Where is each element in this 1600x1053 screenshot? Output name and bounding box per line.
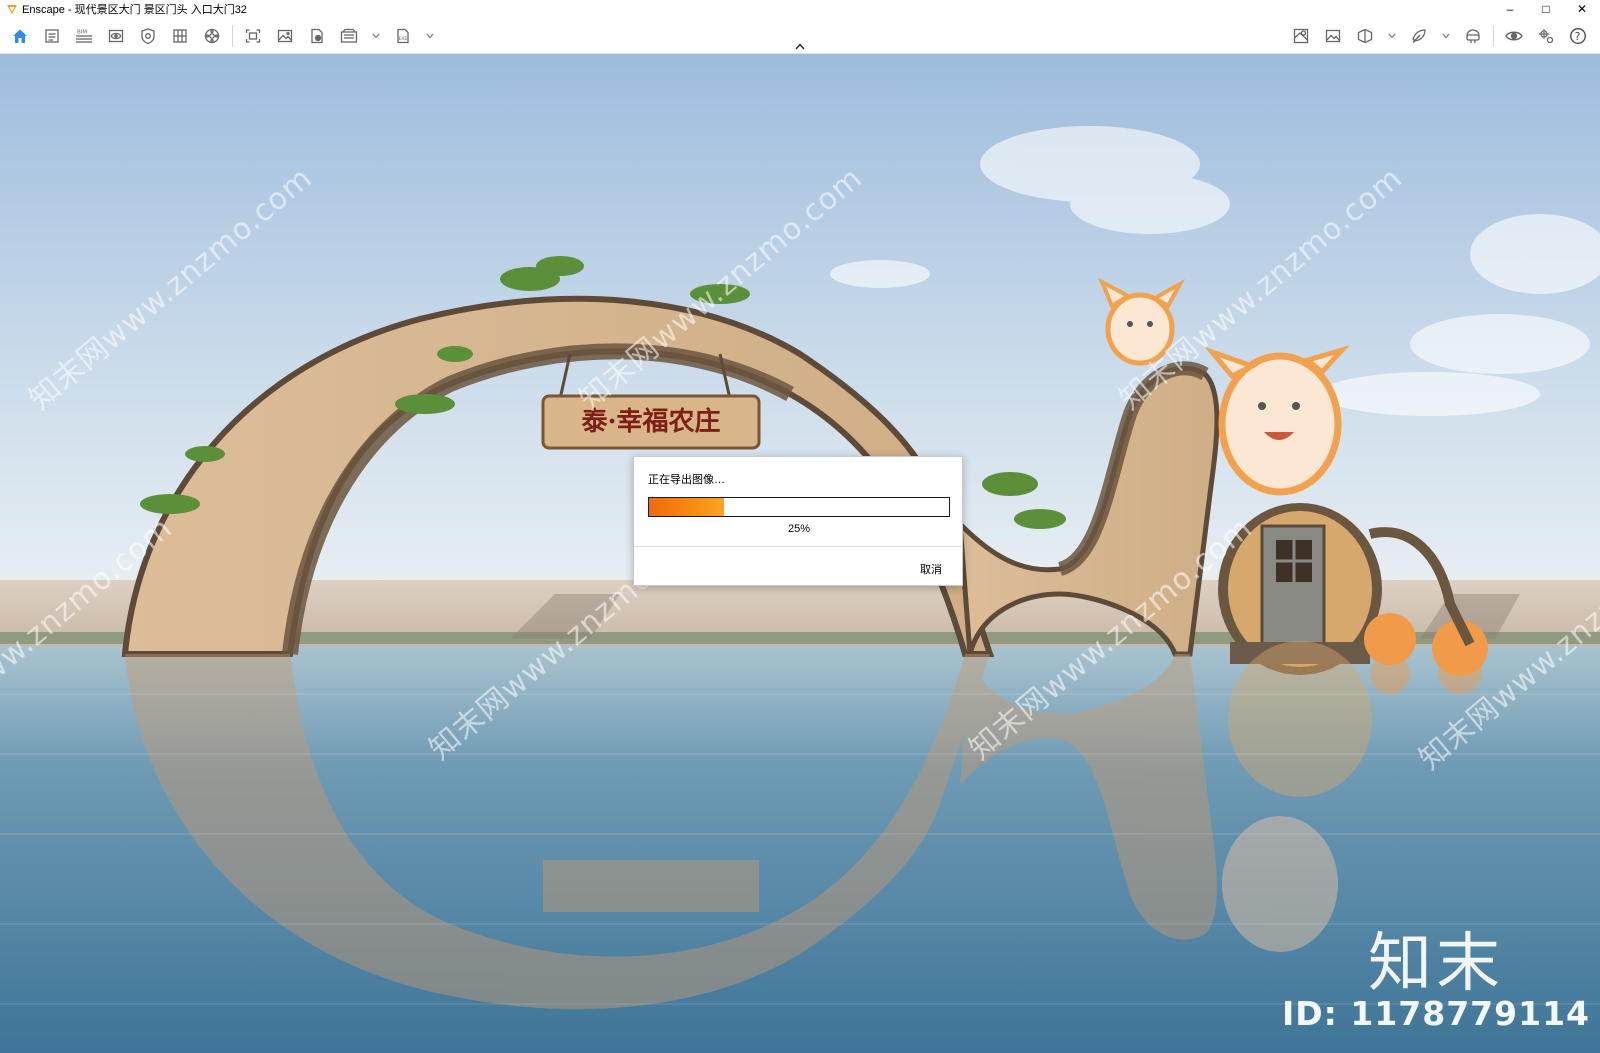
home-button[interactable] [5, 21, 35, 51]
visibility-button[interactable] [1499, 21, 1529, 51]
light-view-dropdown[interactable] [1436, 21, 1456, 51]
chevron-down-icon [426, 33, 434, 39]
minimap-icon [1293, 28, 1309, 44]
capture-icon [245, 29, 261, 43]
capture-button[interactable] [238, 21, 268, 51]
watermark-logo: 知末 [1368, 927, 1504, 1001]
project-panel-icon [45, 29, 59, 43]
assets-button[interactable] [165, 21, 195, 51]
assets-icon [173, 29, 187, 43]
export-progress-dialog: 正在导出图像… 25% 取消 [633, 456, 963, 586]
bim-button[interactable]: BIM [69, 21, 99, 51]
image-gallery-icon [1325, 29, 1341, 43]
light-view-icon [1412, 29, 1426, 43]
light-view-button[interactable] [1404, 21, 1434, 51]
collapse-toolbar-button[interactable] [790, 38, 810, 54]
eye-icon [1505, 31, 1523, 41]
chevron-down-icon [1388, 33, 1396, 39]
bim-icon: BIM [76, 30, 92, 43]
settings-icon [1539, 29, 1554, 44]
screenshot-button[interactable] [270, 21, 300, 51]
settings-button[interactable] [1531, 21, 1561, 51]
home-icon [13, 29, 27, 43]
chevron-down-icon [1442, 33, 1450, 39]
cancel-button[interactable]: 取消 [920, 561, 942, 577]
cube-view-button[interactable] [1350, 21, 1380, 51]
cube-view-dropdown[interactable] [1382, 21, 1402, 51]
batch-render-dropdown[interactable] [366, 21, 386, 51]
export-button[interactable]: EXE [388, 21, 418, 51]
image-gallery-button[interactable] [1318, 21, 1348, 51]
watermark-id: ID: 1178779114 [1282, 994, 1590, 1033]
dialog-divider [634, 546, 962, 547]
cube-view-icon [1357, 28, 1373, 44]
export-icon: EXE [397, 28, 409, 44]
batch-render-button[interactable] [334, 21, 364, 51]
minimize-button[interactable]: – [1492, 0, 1528, 18]
vr-icon [1466, 29, 1480, 43]
progress-percent: 25% [787, 523, 811, 535]
file-icon [311, 28, 323, 44]
project-panel-button[interactable] [37, 21, 67, 51]
maximize-button[interactable]: □ [1528, 0, 1564, 18]
batch-render-icon [340, 28, 358, 43]
window-title: Enscape - 现代景区大门 景区门头 入口大门32 [22, 4, 247, 16]
export-message: 正在导出图像… [648, 474, 725, 486]
material-icon [204, 28, 220, 44]
toolbar-separator [232, 25, 233, 47]
export-progress-bar [648, 497, 950, 517]
help-glyph: ? [1575, 30, 1581, 43]
help-button[interactable]: ? [1563, 21, 1593, 51]
export-dropdown[interactable] [420, 21, 440, 51]
bim-badge: BIM [77, 30, 87, 36]
title-bar: Enscape - 现代景区大门 景区门头 入口大门32 – □ ✕ [0, 0, 1600, 18]
chevron-up-icon [795, 42, 805, 49]
view-icon [108, 29, 124, 43]
help-icon: ? [1570, 28, 1586, 44]
screenshot-icon [277, 29, 293, 43]
progress-fill [649, 498, 724, 516]
close-button[interactable]: ✕ [1564, 0, 1600, 18]
view-button[interactable] [101, 21, 131, 51]
atmosphere-button[interactable] [133, 21, 163, 51]
chevron-down-icon [372, 33, 380, 39]
minimap-button[interactable] [1286, 21, 1316, 51]
vr-button[interactable] [1458, 21, 1488, 51]
material-button[interactable] [197, 21, 227, 51]
file-button[interactable] [302, 21, 332, 51]
enscape-logo-icon [6, 3, 18, 15]
exe-badge: EXE [399, 36, 408, 42]
atmosphere-icon [141, 28, 155, 45]
toolbar-separator [1493, 25, 1494, 47]
